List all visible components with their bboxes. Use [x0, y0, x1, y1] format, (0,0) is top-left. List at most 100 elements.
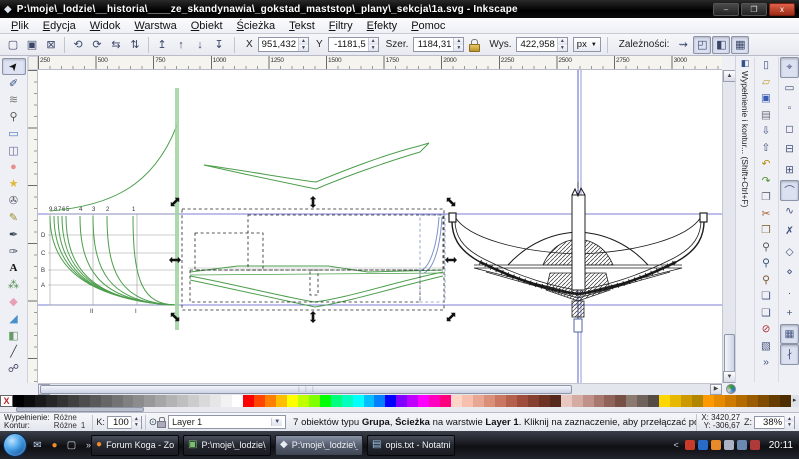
tool-spray[interactable]: ⁂: [2, 276, 26, 293]
color-swatch[interactable]: [166, 395, 177, 407]
tool-node-editor[interactable]: ✐: [2, 75, 26, 92]
color-swatch[interactable]: [254, 395, 265, 407]
duplicate-icon[interactable]: ❏: [757, 288, 776, 305]
color-swatch[interactable]: [287, 395, 298, 407]
menu-tekst[interactable]: Tekst: [282, 20, 322, 32]
tool-selector[interactable]: ➤: [2, 58, 26, 75]
opacity-field[interactable]: 100▲▼: [107, 416, 142, 429]
update-tray-icon[interactable]: [711, 440, 721, 450]
tool-pencil[interactable]: ✎: [2, 209, 26, 226]
cut-icon[interactable]: ✂: [757, 206, 776, 223]
canvas[interactable]: 9 8 7 6 5 4 3 2 1 D C B A II I: [38, 70, 722, 383]
height-field[interactable]: 422,958▲▼: [516, 37, 567, 52]
color-swatch[interactable]: [35, 395, 46, 407]
color-swatch[interactable]: [681, 395, 692, 407]
color-swatch[interactable]: [769, 395, 780, 407]
color-swatch[interactable]: [594, 395, 605, 407]
xml-editor-icon[interactable]: ▧: [757, 338, 776, 355]
x-field[interactable]: 951,432▲▼: [258, 37, 309, 52]
color-swatch[interactable]: [385, 395, 396, 407]
mail-quicklaunch-icon[interactable]: ✉: [31, 439, 44, 452]
width-field[interactable]: 1184,31▲▼: [413, 37, 464, 52]
color-swatch[interactable]: [133, 395, 144, 407]
color-swatch[interactable]: [298, 395, 309, 407]
menu-filtry[interactable]: Filtry: [322, 20, 360, 32]
lower-icon[interactable]: ↓: [191, 36, 209, 54]
color-swatch[interactable]: [648, 395, 659, 407]
snap-intersections-icon[interactable]: ✗: [780, 221, 799, 242]
color-swatch[interactable]: [79, 395, 90, 407]
y-field[interactable]: -1181,5▲▼: [328, 37, 379, 52]
color-swatch[interactable]: [495, 395, 506, 407]
color-swatch[interactable]: [46, 395, 57, 407]
color-swatch[interactable]: [188, 395, 199, 407]
zoom-drawing-icon[interactable]: ⚲: [757, 255, 776, 272]
snap-cusp-nodes-icon[interactable]: ◇: [780, 242, 799, 263]
color-swatch[interactable]: [396, 395, 407, 407]
new-document-icon[interactable]: ▯: [757, 57, 776, 74]
color-swatch[interactable]: [210, 395, 221, 407]
fill-stroke-indicator[interactable]: Wypełnienie: Różne Kontur: Różne 1: [0, 414, 89, 431]
color-swatch[interactable]: [473, 395, 484, 407]
copy-icon[interactable]: ❐: [757, 189, 776, 206]
color-swatch[interactable]: [177, 395, 188, 407]
no-color-swatch[interactable]: X: [0, 395, 13, 407]
menu-ścieżka[interactable]: Ścieżka: [230, 20, 283, 32]
affect-move-icon[interactable]: ⇝: [674, 36, 692, 54]
menu-warstwa[interactable]: Warstwa: [127, 20, 183, 32]
color-swatch[interactable]: [123, 395, 134, 407]
network-tray-icon[interactable]: [737, 440, 747, 450]
minimize-button[interactable]: –: [713, 3, 739, 16]
color-swatch[interactable]: [68, 395, 79, 407]
zoom-field[interactable]: 38%▲▼: [754, 416, 795, 429]
color-swatch[interactable]: [331, 395, 342, 407]
menu-efekty[interactable]: Efekty: [360, 20, 405, 32]
unlink-clone-icon[interactable]: ⊘: [757, 321, 776, 338]
rotate-ccw-icon[interactable]: ⟲: [69, 36, 87, 54]
snap-bbox-centers-icon[interactable]: ⊞: [780, 160, 799, 181]
snap-bbox-edges-icon[interactable]: ▫: [780, 98, 799, 119]
tool-bucket-fill[interactable]: ◢: [2, 310, 26, 327]
color-swatch[interactable]: [506, 395, 517, 407]
rotate-cw-icon[interactable]: ⟳: [88, 36, 106, 54]
raise-to-top-icon[interactable]: ↥: [153, 36, 171, 54]
snap-nodes-icon[interactable]: ⌒: [780, 180, 799, 201]
color-management-icon[interactable]: [726, 384, 736, 394]
print-icon[interactable]: ▤: [757, 107, 776, 124]
menu-edycja[interactable]: Edycja: [36, 20, 83, 32]
tool-spiral[interactable]: ✇: [2, 192, 26, 209]
zoom-page-icon[interactable]: ⚲: [757, 272, 776, 289]
color-swatch[interactable]: [747, 395, 758, 407]
snap-bbox-corners-icon[interactable]: ◻: [780, 119, 799, 140]
color-swatch[interactable]: [429, 395, 440, 407]
color-swatch[interactable]: [24, 395, 35, 407]
snap-bbox-icon[interactable]: ▭: [780, 78, 799, 99]
color-swatch[interactable]: [659, 395, 670, 407]
layer-visibility-icon[interactable]: ⊙: [149, 417, 157, 428]
color-swatch[interactable]: [418, 395, 429, 407]
task-button[interactable]: ▣P:\moje\_lodzie\_h...: [183, 435, 271, 456]
volume-tray-icon[interactable]: [750, 440, 760, 450]
lower-to-bottom-icon[interactable]: ↧: [210, 36, 228, 54]
color-swatch[interactable]: [101, 395, 112, 407]
color-swatch[interactable]: [517, 395, 528, 407]
tray-chevron-icon[interactable]: <: [673, 440, 678, 450]
tool-zoom[interactable]: ⚲: [2, 108, 26, 125]
color-swatch[interactable]: [407, 395, 418, 407]
color-swatch[interactable]: [221, 395, 232, 407]
zoom-selection-icon[interactable]: ⚲: [757, 239, 776, 256]
clone-icon[interactable]: ❑: [757, 305, 776, 322]
color-swatch[interactable]: [736, 395, 747, 407]
color-swatch[interactable]: [353, 395, 364, 407]
snap-smooth-nodes-icon[interactable]: ⋄: [780, 262, 799, 283]
color-swatch[interactable]: [144, 395, 155, 407]
affect-patterns-icon[interactable]: ▦: [731, 36, 749, 54]
color-swatch[interactable]: [539, 395, 550, 407]
color-swatch[interactable]: [13, 395, 24, 407]
open-document-icon[interactable]: ▱: [757, 74, 776, 91]
opacity-control[interactable]: K: 100▲▼: [96, 416, 141, 429]
snap-grid-icon[interactable]: ▦: [780, 324, 799, 345]
horizontal-ruler[interactable]: 2505007501000125015001750200022502500275…: [38, 56, 722, 70]
snap-centers-icon[interactable]: +: [780, 303, 799, 324]
import-icon[interactable]: ⇩: [757, 123, 776, 140]
